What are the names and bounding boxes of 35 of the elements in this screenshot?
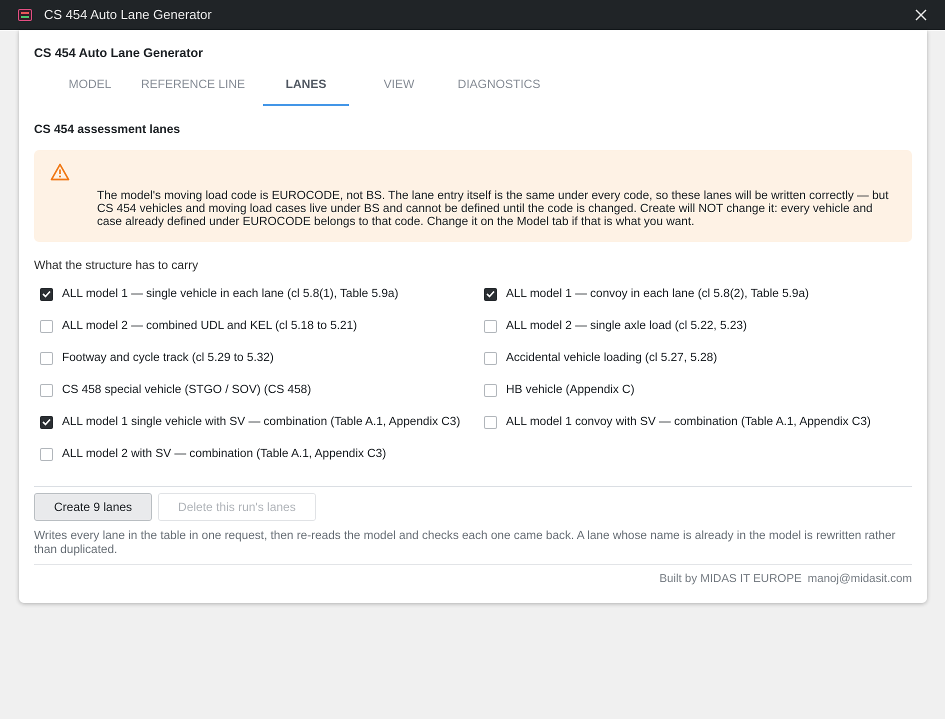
checkbox-label[interactable]: ALL model 1 — convoy in each lane (cl 5.8(2), Table 5.9a) bbox=[506, 285, 809, 304]
checkbox-label[interactable]: ALL model 1 convoy with SV — combination (Table A.1, Appendix C3) bbox=[506, 413, 871, 432]
checkbox[interactable] bbox=[484, 384, 497, 397]
create-button[interactable]: Create 9 lanes bbox=[34, 493, 152, 522]
section-label: What the structure has to carry bbox=[34, 257, 200, 274]
checkbox-label[interactable]: CS 458 special vehicle (STGO / SOV) (CS 458) bbox=[62, 381, 312, 400]
checkbox[interactable] bbox=[40, 384, 53, 397]
checkbox-label[interactable]: HB vehicle (Appendix C) bbox=[506, 381, 635, 400]
checkbox-label[interactable]: Footway and cycle track (cl 5.29 to 5.32) bbox=[62, 349, 274, 368]
help-text: Writes every lane in the table in one request, then re-reads the model and checks each one came back. A lane whose name is already in the model is rewritten rather than duplicated. bbox=[34, 529, 896, 556]
section-title: CS 454 assessment lanes bbox=[34, 120, 182, 138]
checkbox[interactable] bbox=[40, 352, 53, 365]
close-icon bbox=[915, 9, 927, 21]
checkbox[interactable] bbox=[40, 320, 53, 333]
checkbox[interactable] bbox=[40, 448, 53, 461]
credit-text: Built by MIDAS IT EUROPE bbox=[659, 572, 802, 588]
warning-icon bbox=[50, 162, 70, 181]
email-text: manoj@midasit.com bbox=[808, 572, 912, 588]
checkbox[interactable] bbox=[484, 320, 497, 333]
checkbox-label[interactable]: ALL model 1 — single vehicle in each lane (cl 5.8(1), Table 5.9a) bbox=[62, 285, 398, 304]
checkbox[interactable] bbox=[40, 416, 53, 429]
app-title: CS 454 Auto Lane Generator bbox=[34, 45, 204, 62]
checkbox[interactable] bbox=[484, 416, 497, 429]
app-logo-icon bbox=[18, 9, 32, 21]
checkbox-label[interactable]: ALL model 2 — single axle load (cl 5.22, 5.23) bbox=[506, 317, 747, 336]
tab[interactable]: LANES bbox=[263, 70, 349, 106]
checkbox[interactable] bbox=[40, 288, 53, 301]
checkbox-label[interactable]: ALL model 2 — combined UDL and KEL (cl 5.18 to 5.21) bbox=[62, 317, 358, 336]
window-title: CS 454 Auto Lane Generator bbox=[44, 6, 212, 24]
checkbox-label[interactable]: Accidental vehicle loading (cl 5.27, 5.28) bbox=[506, 349, 718, 368]
checkbox-label[interactable]: ALL model 2 with SV — combination (Table A.1, Appendix C3) bbox=[62, 445, 386, 464]
checkbox[interactable] bbox=[484, 288, 497, 301]
warning-text: The model's moving load code is EUROCODE, not BS. The lane entry itself is the same under every code, so these lanes will be written correctly — but CS 454 vehicles and moving load cases live under BS and cannot be defined until the code is changed. Create will NOT change it: every vehicle and case already defined under EUROCODE belongs to that code. Change it on the Model tab if that is what you want. bbox=[96, 188, 890, 228]
checkbox-label[interactable]: ALL model 1 single vehicle with SV — combination (Table A.1, Appendix C3) bbox=[62, 413, 460, 432]
checkbox[interactable] bbox=[484, 352, 497, 365]
